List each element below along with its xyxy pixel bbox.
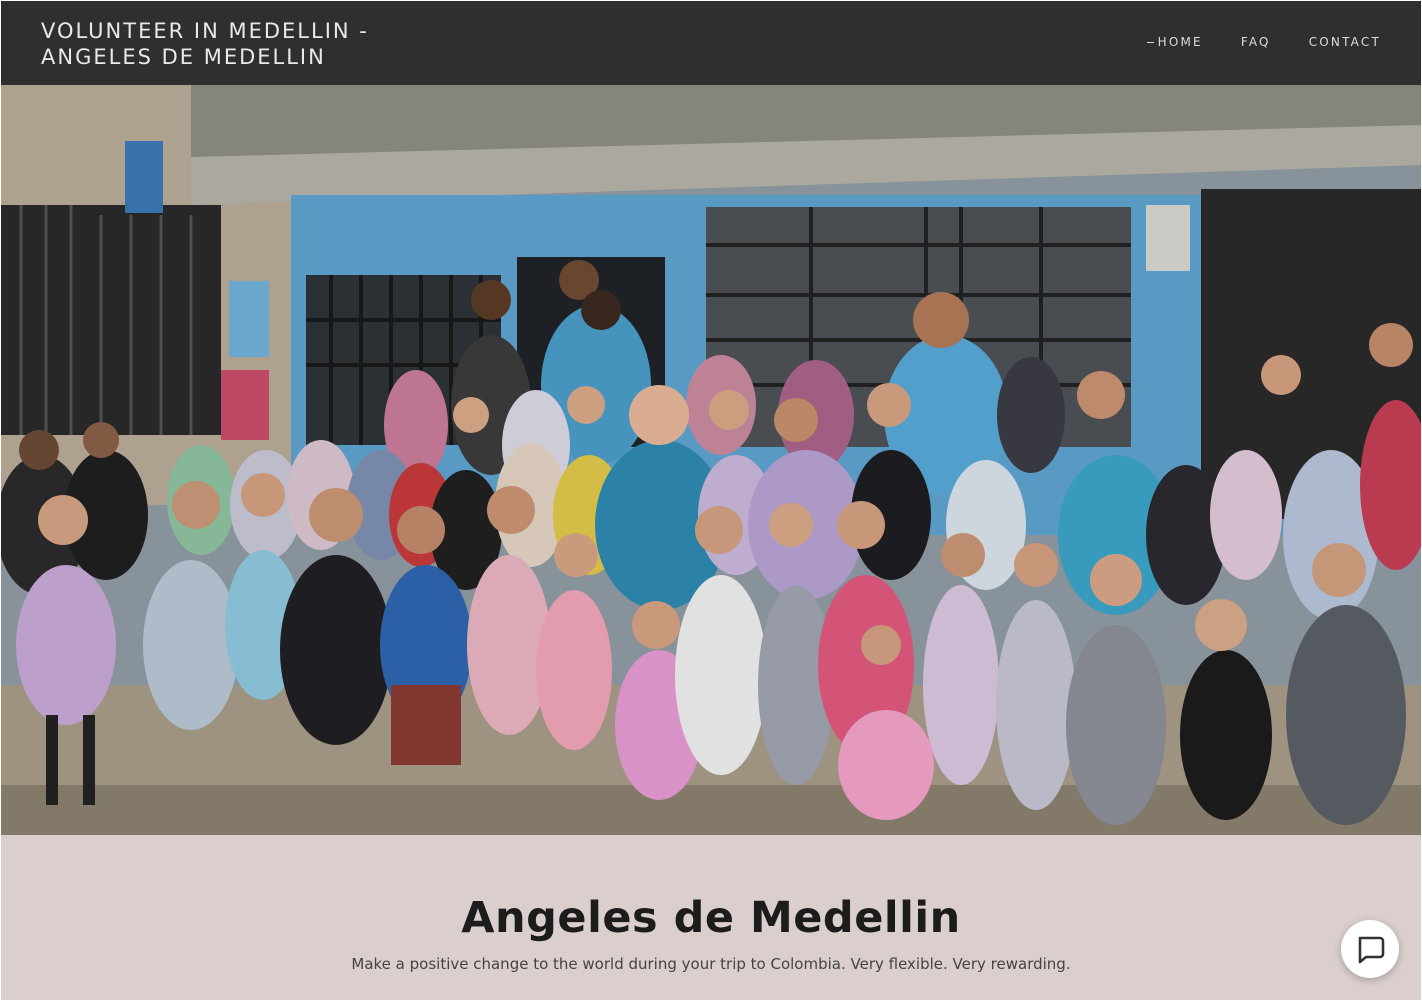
- main-nav: HOME FAQ CONTACT: [1120, 35, 1381, 49]
- site-title-line-1: VOLUNTEER IN MEDELLIN -: [41, 19, 369, 43]
- intro-subtitle: Make a positive change to the world duri…: [351, 955, 1071, 973]
- intro-title: Angeles de Medellin: [461, 893, 961, 943]
- site-title-line-2: ANGELES DE MEDELLIN: [41, 45, 326, 69]
- site-title[interactable]: VOLUNTEER IN MEDELLIN - ANGELES DE MEDEL…: [41, 18, 401, 70]
- intro-section: Angeles de Medellin Make a positive chan…: [1, 835, 1421, 1000]
- group-photo: [1, 85, 1421, 835]
- chat-button[interactable]: [1341, 920, 1399, 978]
- nav-home[interactable]: HOME: [1146, 35, 1203, 49]
- page-frame: VOLUNTEER IN MEDELLIN - ANGELES DE MEDEL…: [1, 1, 1421, 1000]
- hero-image: [1, 85, 1421, 835]
- nav-contact[interactable]: CONTACT: [1309, 35, 1381, 49]
- chat-bubble-icon: [1358, 936, 1385, 964]
- site-header: VOLUNTEER IN MEDELLIN - ANGELES DE MEDEL…: [1, 1, 1421, 85]
- nav-faq[interactable]: FAQ: [1241, 35, 1271, 49]
